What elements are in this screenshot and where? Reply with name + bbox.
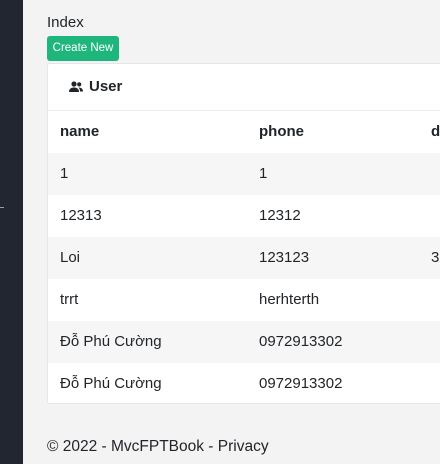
user-table: name phone d 1 1 12313 12312 Loi 123123 …	[48, 111, 440, 403]
column-header-name[interactable]: name	[60, 111, 99, 153]
table-row: Loi 123123 3,	[48, 237, 440, 279]
cell-name: Đỗ Phú Cường	[60, 375, 162, 392]
cell-name: 1	[60, 165, 69, 182]
column-header-phone[interactable]: phone	[259, 111, 304, 153]
privacy-link[interactable]: Privacy	[218, 438, 269, 455]
footer: © 2022 - MvcFPTBook - Privacy	[47, 438, 269, 456]
cell-name: 12313	[60, 207, 102, 224]
cell-phone: 123123	[259, 249, 310, 266]
create-new-button[interactable]: Create New	[47, 36, 119, 61]
cell-name: Loi	[60, 249, 81, 266]
users-icon	[68, 80, 84, 94]
cell-phone: 0972913302	[259, 333, 343, 350]
cell-d: 3,	[431, 249, 440, 266]
column-header-d[interactable]: d	[431, 111, 440, 153]
cell-name: trrt	[60, 291, 79, 308]
table-row: 12313 12312	[48, 195, 440, 237]
main-content: Index Create New User name phone d 1 1 1…	[23, 0, 440, 464]
page-title: Index	[47, 14, 84, 31]
user-card: User name phone d 1 1 12313 12312 Loi 12…	[47, 63, 440, 404]
cell-name: Đỗ Phú Cường	[60, 333, 162, 350]
table-row: Đỗ Phú Cường 0972913302	[48, 321, 440, 363]
table-row: trrt herhterth	[48, 279, 440, 321]
sidebar	[0, 0, 23, 464]
card-header: User	[48, 64, 440, 111]
cell-phone: herhterth	[259, 291, 320, 308]
cell-phone: 12312	[259, 207, 301, 224]
footer-copyright: © 2022 - MvcFPTBook -	[47, 438, 218, 455]
card-title: User	[89, 78, 123, 95]
sidebar-divider	[0, 207, 4, 208]
table-row: Đỗ Phú Cường 0972913302	[48, 363, 440, 403]
table-header-row: name phone d	[48, 111, 440, 153]
cell-phone: 0972913302	[259, 375, 343, 392]
table-row: 1 1	[48, 153, 440, 195]
cell-phone: 1	[259, 165, 268, 182]
